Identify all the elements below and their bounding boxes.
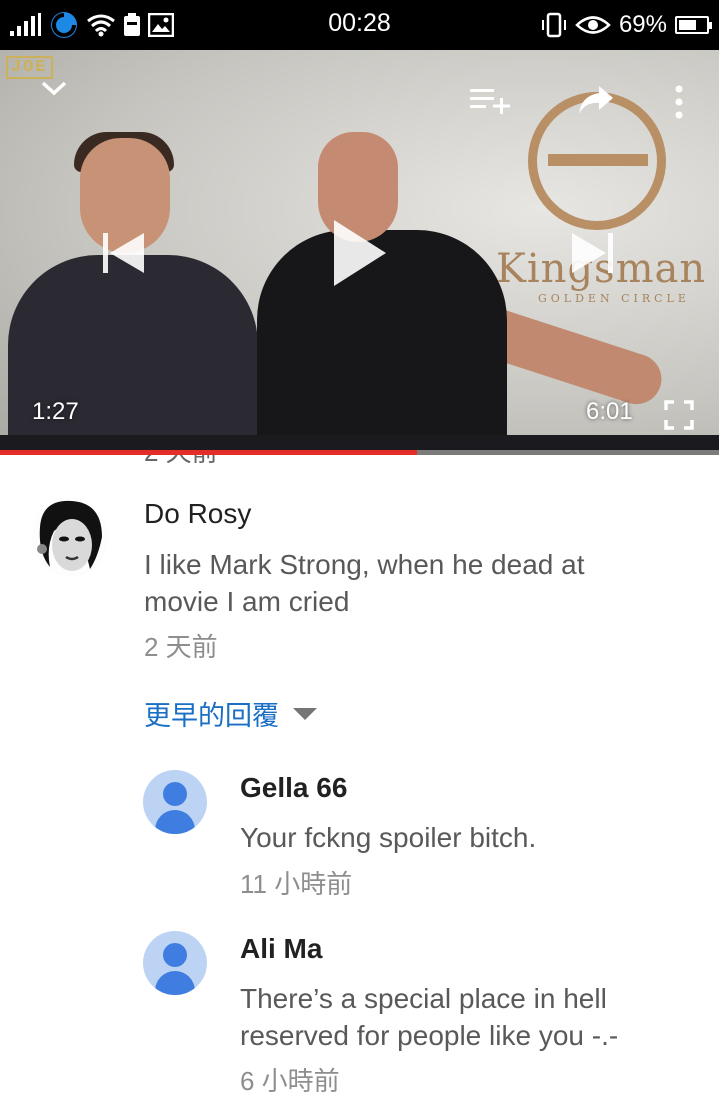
chevron-down-icon: [293, 707, 317, 720]
reply-author[interactable]: Ali Ma: [240, 933, 322, 965]
kingsman-logo-subtitle: GOLDEN CIRCLE: [538, 292, 690, 305]
eye-icon: [575, 16, 611, 34]
video-progress-played: [0, 450, 418, 455]
comment-text-line-1: I like Mark Strong, when he dead at: [144, 549, 585, 580]
comment-timestamp: 2 天前: [144, 632, 218, 662]
comment-author[interactable]: Do Rosy: [144, 498, 251, 530]
collapse-chevron-icon[interactable]: [40, 78, 68, 98]
earlier-replies-button[interactable]: 更早的回覆: [144, 694, 317, 733]
vibrate-icon: [541, 12, 566, 38]
reply-timestamp: 11 小時前: [240, 869, 353, 899]
person-icon-head: [163, 782, 187, 806]
person-icon-head: [163, 943, 187, 967]
reply-text-line-2: reserved for people like you -.-: [240, 1020, 619, 1051]
earlier-replies-label: 更早的回覆: [144, 701, 279, 731]
add-to-queue-icon[interactable]: [470, 86, 512, 116]
current-time: 1:27: [32, 398, 79, 425]
channel-watermark: JOE: [6, 56, 53, 79]
video-duration: 6:01: [586, 398, 633, 425]
reply-author[interactable]: Gella 66: [240, 772, 347, 804]
video-player[interactable]: Kingsman GOLDEN CIRCLE JOE 1:27 6:01: [0, 50, 719, 450]
video-progress-bar[interactable]: [0, 450, 719, 455]
share-icon[interactable]: [577, 84, 615, 116]
battery-level: [679, 20, 696, 30]
avatar[interactable]: [32, 497, 108, 577]
skip-previous-icon[interactable]: [100, 231, 146, 275]
play-icon[interactable]: [332, 218, 388, 288]
reply-timestamp: 6 小時前: [240, 1066, 340, 1096]
fullscreen-icon[interactable]: [664, 400, 694, 430]
status-bar: 00:28 69%: [0, 0, 719, 50]
avatar-photo-icon: [32, 497, 108, 577]
avatar[interactable]: [143, 770, 207, 834]
comment-text-line-2: movie I am cried: [144, 586, 350, 617]
battery-icon: [675, 16, 712, 34]
avatar[interactable]: [143, 931, 207, 995]
status-icons-right: 69%: [541, 8, 712, 42]
skip-next-icon[interactable]: [570, 231, 616, 275]
kingsman-logo-bar: [548, 154, 648, 166]
person-icon-body: [155, 810, 195, 834]
video-foreground: [0, 435, 719, 450]
more-vert-icon[interactable]: [671, 84, 687, 120]
person-icon-body: [155, 971, 195, 995]
reply-text-line-1: Your fckng spoiler bitch.: [240, 822, 537, 853]
battery-percent: 69%: [618, 11, 667, 38]
reply-text-line-1: There’s a special place in hell: [240, 983, 607, 1014]
